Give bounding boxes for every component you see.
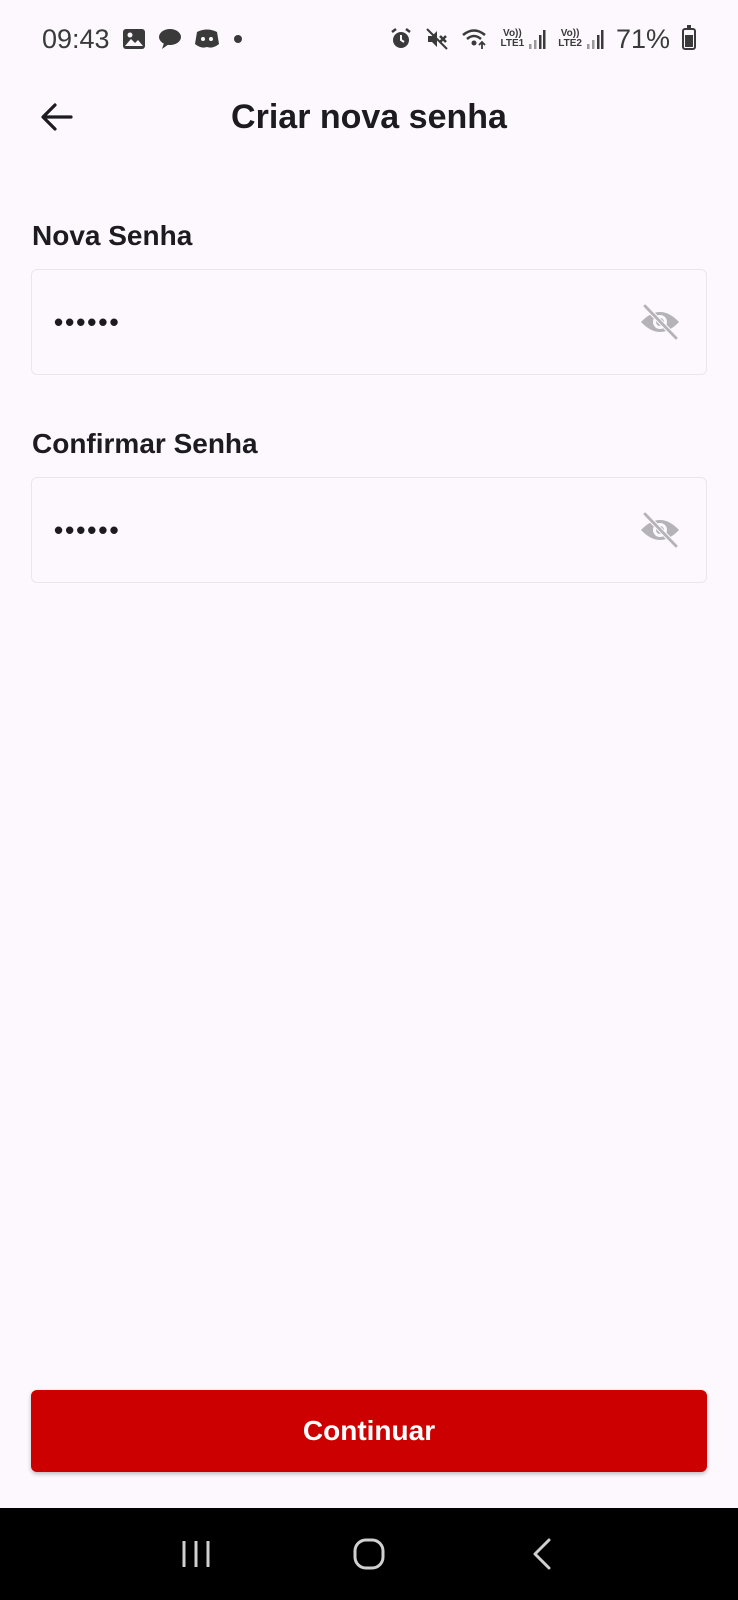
app-bar: Criar nova senha [0, 78, 738, 156]
eye-off-icon [641, 512, 679, 548]
chevron-left-icon [533, 1538, 551, 1570]
recent-apps-icon [182, 1541, 210, 1567]
home-icon [353, 1538, 385, 1570]
gallery-icon [122, 28, 146, 50]
status-left: 09:43 [42, 24, 244, 55]
sim2-bottom-label: LTE2 [558, 38, 582, 49]
battery-percent: 71% [615, 23, 670, 54]
home-button[interactable] [339, 1524, 399, 1584]
status-right: Vo)) LTE1 Vo)) LTE2 71% [389, 24, 696, 55]
system-back-button[interactable] [512, 1524, 572, 1584]
arrow-left-icon [41, 103, 73, 131]
recent-apps-button[interactable] [166, 1524, 226, 1584]
confirm-password-input[interactable] [54, 514, 594, 546]
sim2-signal: Vo)) LTE2 [558, 28, 604, 50]
continue-button[interactable]: Continuar [31, 1390, 707, 1472]
status-bar: 09:43 Vo)) LTE1 Vo)) LTE2 71% [0, 0, 738, 78]
chat-icon [158, 28, 182, 50]
status-time: 09:43 [42, 23, 110, 54]
confirm-password-field[interactable] [31, 477, 707, 583]
page-title: Criar nova senha [231, 97, 507, 136]
sim1-signal: Vo)) LTE1 [501, 28, 547, 50]
eye-off-icon [641, 304, 679, 340]
new-password-visibility-toggle[interactable] [636, 298, 684, 346]
system-nav-bar [0, 1508, 738, 1600]
sim1-bottom-label: LTE1 [500, 38, 525, 49]
new-password-input[interactable] [54, 306, 594, 338]
signal-icon [529, 30, 546, 49]
discord-icon [194, 28, 220, 50]
signal-icon [586, 30, 604, 49]
battery-icon [682, 25, 696, 50]
dot-icon [232, 33, 244, 45]
confirm-password-label: Confirmar Senha [32, 428, 258, 459]
back-button[interactable] [30, 90, 84, 144]
wifi-icon [461, 27, 489, 51]
new-password-label: Nova Senha [32, 220, 193, 251]
mute-icon [425, 27, 449, 51]
alarm-icon [389, 27, 413, 51]
confirm-password-visibility-toggle[interactable] [636, 506, 684, 554]
new-password-field[interactable] [31, 269, 707, 375]
